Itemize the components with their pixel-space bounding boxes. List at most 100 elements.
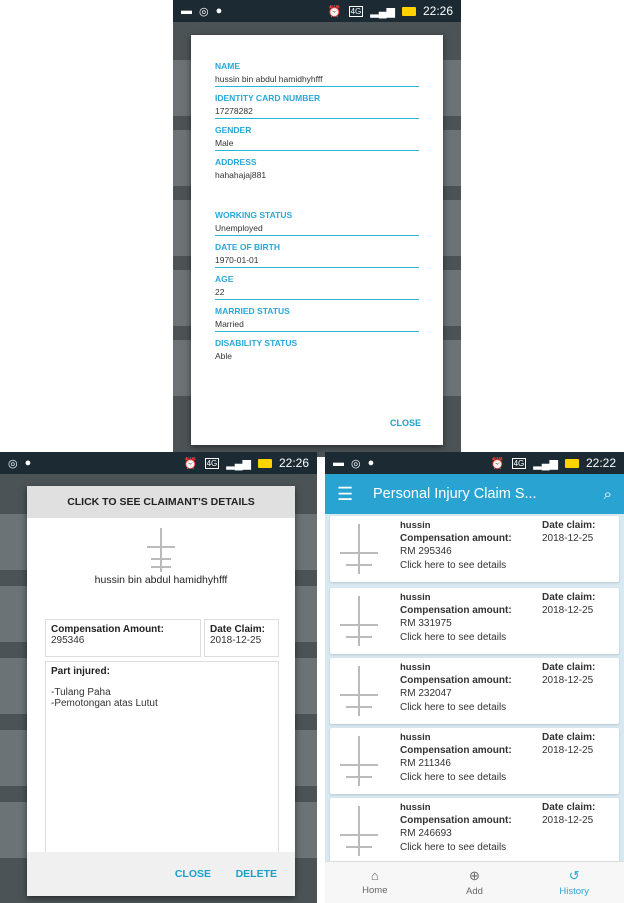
injury-item: -Tulang Paha xyxy=(51,687,111,698)
field-value: Able xyxy=(215,351,233,361)
compensation-value: RM 295346 xyxy=(400,546,452,557)
status-bar: ◎ ● ⏰ 4G ▂▄▆ 22:26 xyxy=(0,452,317,474)
wifi-icon: ◎ xyxy=(8,457,18,470)
date-value: 2018-12-25 xyxy=(542,675,594,686)
claim-card[interactable]: hussin Compensation amount: RM 331975 Cl… xyxy=(330,588,619,654)
nav-label: History xyxy=(559,886,589,897)
xray-thumbnail xyxy=(336,596,382,646)
details-link[interactable]: Click here to see details xyxy=(400,772,506,783)
field-working-status: WORKING STATUS Unemployed xyxy=(215,210,419,236)
signal-icon: ▂▄▆ xyxy=(226,457,251,470)
compensation-value: RM 331975 xyxy=(400,618,452,629)
close-button[interactable]: CLOSE xyxy=(390,418,421,428)
date-value: 2018-12-25 xyxy=(210,635,262,646)
wifi-icon: ◎ xyxy=(199,5,209,18)
compensation-label: Compensation Amount: xyxy=(51,624,164,635)
nav-add[interactable]: ⊕ Add xyxy=(425,862,525,903)
injury-box: Part injured: -Tulang Paha -Pemotongan a… xyxy=(45,661,279,866)
field-age: AGE 22 xyxy=(215,274,419,300)
compensation-value: RM 246693 xyxy=(400,828,452,839)
field-label: WORKING STATUS xyxy=(215,210,293,220)
image-icon: ▬ xyxy=(333,457,344,469)
compensation-value: 295346 xyxy=(51,635,85,646)
status-bar: ▬ ◎ ● ⏰ 4G ▂▄▆ 22:22 xyxy=(325,452,624,474)
compensation-label: Compensation amount: xyxy=(400,745,512,756)
date-label: Date claim: xyxy=(542,732,596,743)
compensation-label: Compensation amount: xyxy=(400,815,512,826)
location-icon: ● xyxy=(24,457,32,469)
injury-label: Part injured: xyxy=(51,666,110,677)
date-value: 2018-12-25 xyxy=(542,745,594,756)
add-circle-icon: ⊕ xyxy=(469,868,480,883)
signal-icon: ▂▄▆ xyxy=(533,457,558,470)
date-label: Date claim: xyxy=(542,520,596,531)
image-icon: ▬ xyxy=(181,5,192,17)
field-address: ADDRESS hahahajaj881 xyxy=(215,157,419,182)
see-details-header[interactable]: CLICK TO SEE CLAIMANT'S DETAILS xyxy=(27,486,295,518)
details-dialog: NAME hussin bin abdul hamidhyhfff IDENTIT… xyxy=(191,35,443,445)
dialog-footer: CLOSE DELETE xyxy=(27,852,295,896)
field-label: ADDRESS xyxy=(215,157,257,167)
battery-icon xyxy=(564,458,579,468)
screen-claimant-details: ▬ ◎ ● ⏰ 4G ▂▄▆ 22:26 NAME hussin bin abdul ham… xyxy=(173,0,461,457)
claim-card[interactable]: hussin Compensation amount: RM 246693 Cl… xyxy=(330,798,619,864)
home-icon: ⌂ xyxy=(370,868,379,883)
compensation-box: Compensation Amount: 295346 xyxy=(45,619,201,657)
alarm-icon: ⏰ xyxy=(490,457,505,470)
delete-button[interactable]: DELETE xyxy=(236,868,277,880)
compensation-label: Compensation amount: xyxy=(400,675,512,686)
date-label: Date claim: xyxy=(542,662,596,673)
compensation-label: Compensation amount: xyxy=(400,605,512,616)
field-label: AGE xyxy=(215,274,234,284)
status-bar: ▬ ◎ ● ⏰ 4G ▂▄▆ 22:26 xyxy=(173,0,461,22)
compensation-value: RM 211346 xyxy=(400,758,451,769)
menu-icon[interactable]: ☰ xyxy=(337,484,373,505)
nav-home[interactable]: ⌂ Home xyxy=(325,862,425,903)
date-value: 2018-12-25 xyxy=(542,533,594,544)
xray-thumbnail xyxy=(336,806,382,856)
nav-label: Home xyxy=(362,885,388,896)
details-link[interactable]: Click here to see details xyxy=(400,560,506,571)
alarm-icon: ⏰ xyxy=(183,457,198,470)
field-value: 22 xyxy=(215,284,419,300)
location-icon: ● xyxy=(215,5,223,17)
clock: 22:26 xyxy=(278,456,309,470)
search-icon[interactable]: ⌕ xyxy=(604,486,612,503)
field-value: 17278282 xyxy=(215,103,419,119)
battery-icon xyxy=(257,458,272,468)
screen-claim-detail: ◎ ● ⏰ 4G ▂▄▆ 22:26 CLICK TO SEE CLAIMANT'S D… xyxy=(0,452,317,903)
xray-thumbnail xyxy=(336,524,382,574)
xray-thumbnail xyxy=(336,736,382,786)
field-value: Male xyxy=(215,135,419,151)
field-label: DISABILITY STATUS xyxy=(215,338,298,348)
compensation-label: Compensation amount: xyxy=(400,533,512,544)
field-gender: GENDER Male xyxy=(215,125,419,151)
details-link[interactable]: Click here to see details xyxy=(400,632,506,643)
compensation-value: RM 232047 xyxy=(400,688,452,699)
claim-card[interactable]: hussin Compensation amount: RM 232047 Cl… xyxy=(330,658,619,724)
date-label: Date claim: xyxy=(542,802,596,813)
field-ic: IDENTITY CARD NUMBER 17278282 xyxy=(215,93,419,119)
details-link[interactable]: Click here to see details xyxy=(400,842,506,853)
bottom-nav: ⌂ Home ⊕ Add ↺ History xyxy=(325,861,624,903)
nav-history[interactable]: ↺ History xyxy=(524,862,624,903)
claim-card[interactable]: hussin Compensation amount: RM 295346 Cl… xyxy=(330,516,619,582)
field-disability: DISABILITY STATUS Able xyxy=(215,338,419,363)
claimant-name: hussin xyxy=(400,520,431,531)
claimant-name: hussin xyxy=(400,592,431,603)
claimant-name: hussin xyxy=(400,802,431,813)
claim-card[interactable]: hussin Compensation amount: RM 211346 Cl… xyxy=(330,728,619,794)
close-button[interactable]: CLOSE xyxy=(175,868,211,880)
field-label: DATE OF BIRTH xyxy=(215,242,281,252)
network-badge: 4G xyxy=(511,457,527,469)
field-name: NAME hussin bin abdul hamidhyhfff xyxy=(215,61,419,87)
clock: 22:26 xyxy=(422,4,453,18)
nav-label: Add xyxy=(466,886,483,897)
details-link[interactable]: Click here to see details xyxy=(400,702,506,713)
field-label: GENDER xyxy=(215,125,252,135)
claimant-name: hussin xyxy=(400,732,431,743)
app-title: Personal Injury Claim S... xyxy=(373,486,537,502)
wifi-icon: ◎ xyxy=(351,457,361,470)
xray-thumbnail xyxy=(336,666,382,716)
signal-icon: ▂▄▆ xyxy=(370,5,395,18)
